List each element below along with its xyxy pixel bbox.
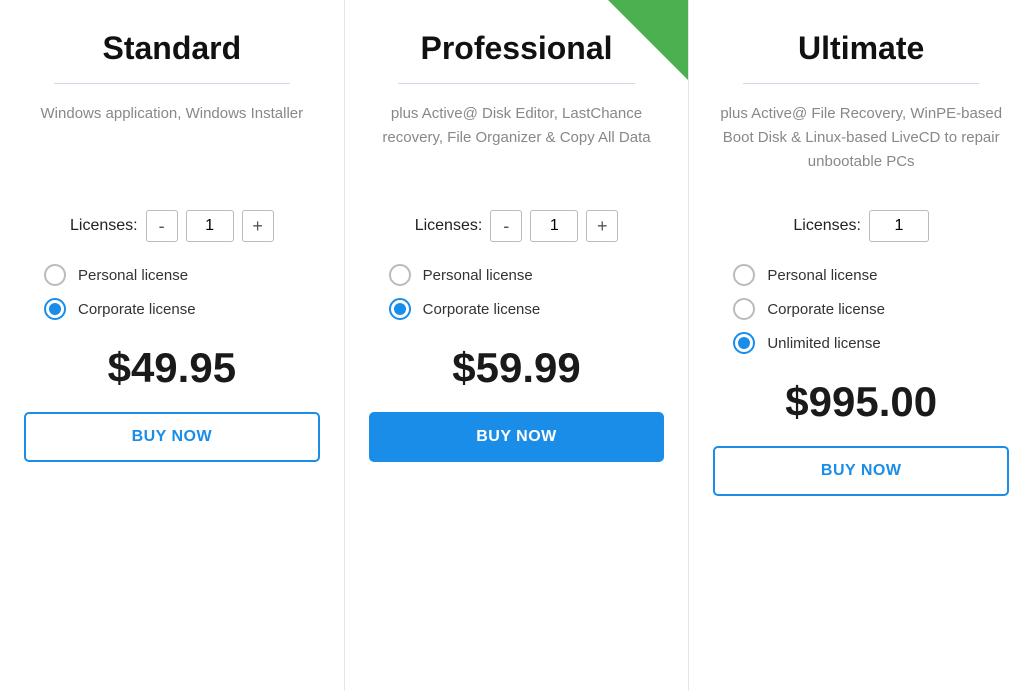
plan-divider-standard	[54, 83, 291, 84]
qty-minus-standard[interactable]: -	[146, 210, 178, 242]
licenses-row-professional: Licenses:- +	[415, 210, 619, 242]
qty-plus-professional[interactable]: +	[586, 210, 618, 242]
license-label-ultimate-1: Corporate license	[767, 301, 885, 318]
price-ultimate: $995.00	[785, 378, 937, 426]
license-label-standard-0: Personal license	[78, 267, 188, 284]
license-options-professional: Personal license Corporate license	[369, 264, 665, 320]
ribbon-badge	[608, 0, 688, 80]
license-option-ultimate-0[interactable]: Personal license	[733, 264, 1009, 286]
license-label-ultimate-2: Unlimited license	[767, 335, 880, 352]
radio-inner-professional-1	[394, 303, 406, 315]
qty-minus-professional[interactable]: -	[490, 210, 522, 242]
pricing-container: Standard Windows application, Windows Ins…	[0, 0, 1033, 691]
plan-title-standard: Standard	[102, 30, 241, 67]
qty-input-professional[interactable]	[530, 210, 578, 242]
radio-inner-ultimate-2	[738, 337, 750, 349]
plan-divider-professional	[398, 83, 635, 84]
licenses-label-ultimate: Licenses:	[793, 217, 861, 235]
license-label-professional-0: Personal license	[423, 267, 533, 284]
license-label-standard-1: Corporate license	[78, 301, 196, 318]
price-professional: $59.99	[452, 344, 580, 392]
license-options-ultimate: Personal license Corporate license Unlimit…	[713, 264, 1009, 354]
license-option-ultimate-1[interactable]: Corporate license	[733, 298, 1009, 320]
licenses-row-standard: Licenses:- +	[70, 210, 274, 242]
radio-ultimate-1[interactable]	[733, 298, 755, 320]
licenses-label-professional: Licenses:	[415, 217, 483, 235]
plan-title-ultimate: Ultimate	[798, 30, 924, 67]
radio-inner-standard-1	[49, 303, 61, 315]
buy-button-ultimate[interactable]: BUY NOW	[713, 446, 1009, 496]
radio-standard-1[interactable]	[44, 298, 66, 320]
plan-description-professional: plus Active@ Disk Editor, LastChance rec…	[369, 102, 665, 192]
radio-professional-0[interactable]	[389, 264, 411, 286]
licenses-row-ultimate: Licenses:	[793, 210, 929, 242]
radio-professional-1[interactable]	[389, 298, 411, 320]
radio-ultimate-2[interactable]	[733, 332, 755, 354]
plan-standard: Standard Windows application, Windows Ins…	[0, 0, 345, 691]
qty-input-ultimate[interactable]	[869, 210, 929, 242]
license-option-professional-1[interactable]: Corporate license	[389, 298, 665, 320]
buy-button-standard[interactable]: BUY NOW	[24, 412, 320, 462]
license-option-standard-1[interactable]: Corporate license	[44, 298, 320, 320]
plan-professional: Professional plus Active@ Disk Editor, La…	[345, 0, 690, 691]
plan-ultimate: Ultimate plus Active@ File Recovery, WinP…	[689, 0, 1033, 691]
radio-standard-0[interactable]	[44, 264, 66, 286]
license-options-standard: Personal license Corporate license	[24, 264, 320, 320]
license-option-professional-0[interactable]: Personal license	[389, 264, 665, 286]
plan-description-standard: Windows application, Windows Installer	[41, 102, 304, 192]
plan-divider-ultimate	[743, 83, 980, 84]
qty-input-standard[interactable]	[186, 210, 234, 242]
license-option-standard-0[interactable]: Personal license	[44, 264, 320, 286]
radio-ultimate-0[interactable]	[733, 264, 755, 286]
license-label-professional-1: Corporate license	[423, 301, 541, 318]
licenses-label-standard: Licenses:	[70, 217, 138, 235]
license-option-ultimate-2[interactable]: Unlimited license	[733, 332, 1009, 354]
license-label-ultimate-0: Personal license	[767, 267, 877, 284]
price-standard: $49.95	[108, 344, 236, 392]
buy-button-professional[interactable]: BUY NOW	[369, 412, 665, 462]
qty-plus-standard[interactable]: +	[242, 210, 274, 242]
plan-description-ultimate: plus Active@ File Recovery, WinPE-based …	[713, 102, 1009, 192]
plan-title-professional: Professional	[420, 30, 612, 67]
